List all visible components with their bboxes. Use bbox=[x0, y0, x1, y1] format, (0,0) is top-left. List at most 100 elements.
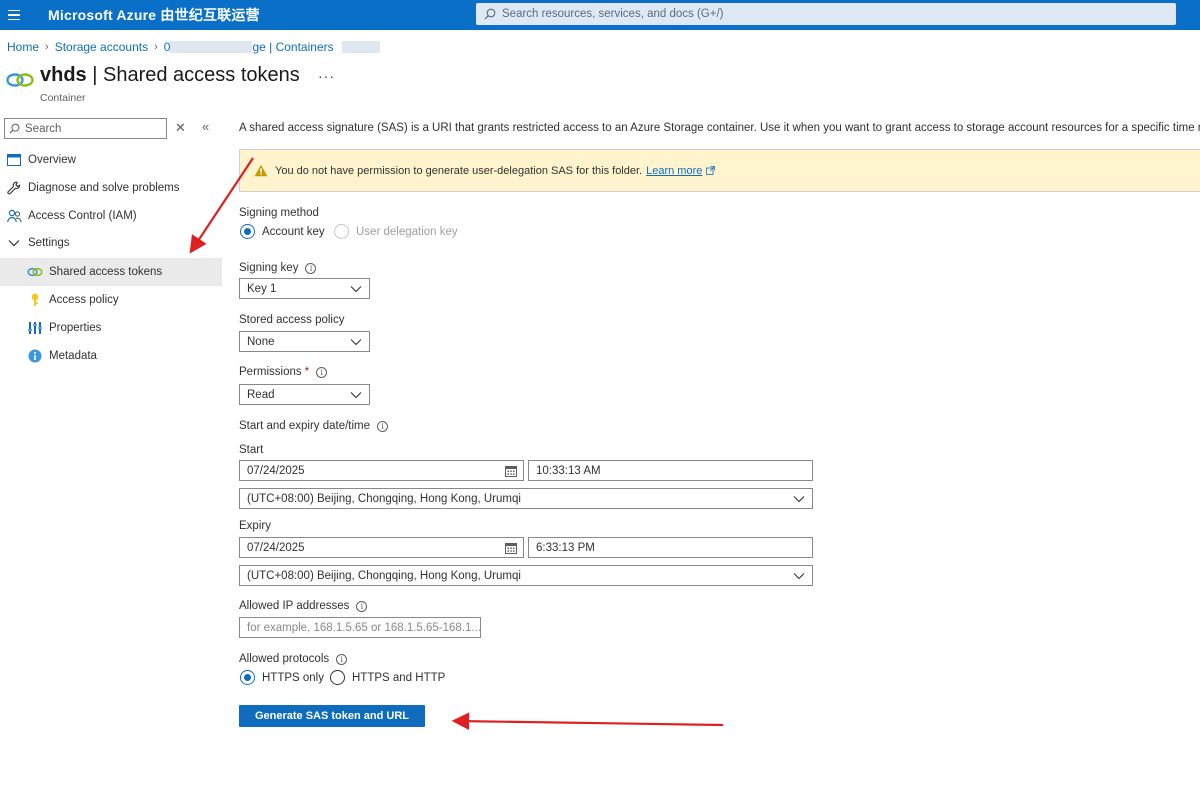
start-label: Start bbox=[239, 444, 264, 456]
external-link-icon[interactable] bbox=[706, 166, 716, 175]
chevron-down-icon bbox=[350, 392, 362, 399]
start-date-input[interactable]: 07/24/2025 bbox=[239, 460, 524, 481]
nav-item-settings[interactable]: Settings bbox=[0, 229, 222, 257]
stored-policy-label: Stored access policy bbox=[239, 314, 345, 326]
redacted-text bbox=[341, 41, 380, 53]
radio-user-delegation-key[interactable]: User delegation key bbox=[334, 224, 458, 239]
info-icon[interactable]: i bbox=[356, 600, 368, 612]
collapse-nav-icon[interactable]: « bbox=[202, 119, 209, 134]
hamburger-menu-icon[interactable] bbox=[4, 5, 24, 25]
nav-item-label: Access Control (IAM) bbox=[28, 210, 137, 222]
expiry-label: Expiry bbox=[239, 520, 271, 532]
breadcrumb-separator: › bbox=[154, 41, 158, 53]
start-date-value: 07/24/2025 bbox=[247, 464, 305, 477]
warning-text: You do not have permission to generate u… bbox=[275, 164, 643, 177]
nav-item-label: Settings bbox=[28, 237, 70, 249]
allowed-protocols-label-text: Allowed protocols bbox=[239, 653, 330, 665]
annotation-overlay bbox=[189, 157, 724, 730]
more-options-button[interactable]: ··· bbox=[318, 68, 335, 84]
key-icon bbox=[27, 292, 43, 308]
required-marker: * bbox=[304, 366, 310, 378]
annotation-arrow-button bbox=[451, 712, 724, 730]
permissions-select[interactable]: Read bbox=[239, 384, 370, 405]
breadcrumb-home[interactable]: Home bbox=[7, 40, 39, 54]
nav-item-shared-access-tokens[interactable]: Shared access tokens bbox=[0, 258, 222, 286]
wrench-icon bbox=[6, 180, 22, 196]
link-icon bbox=[27, 264, 43, 280]
nav-item-access-policy[interactable]: Access policy bbox=[0, 286, 222, 314]
container-link-icon bbox=[6, 72, 34, 91]
nav-item-iam[interactable]: Access Control (IAM) bbox=[0, 202, 222, 230]
page-title-resource: vhds bbox=[40, 64, 87, 86]
info-icon[interactable]: i bbox=[316, 366, 328, 378]
radio-label: HTTPS only bbox=[262, 671, 324, 684]
chevron-down-icon bbox=[350, 286, 362, 293]
breadcrumb: Home › Storage accounts › 0 ge | Contain… bbox=[7, 40, 380, 54]
radio-https-only[interactable]: HTTPS only bbox=[240, 670, 324, 685]
permissions-value: Read bbox=[247, 388, 275, 401]
expiry-timezone-select[interactable]: (UTC+08:00) Beijing, Chongqing, Hong Kon… bbox=[239, 565, 813, 586]
calendar-icon[interactable] bbox=[505, 542, 517, 554]
signing-key-label: Signing key i bbox=[239, 262, 317, 274]
warning-icon bbox=[254, 164, 268, 177]
chevron-down-icon bbox=[350, 339, 362, 346]
radio-circle bbox=[334, 224, 349, 239]
signing-method-label: Signing method bbox=[239, 207, 319, 219]
breadcrumb-storage-accounts[interactable]: Storage accounts bbox=[55, 40, 148, 54]
nav-item-metadata[interactable]: Metadata bbox=[0, 342, 222, 370]
breadcrumb-containers[interactable]: ge | Containers bbox=[252, 40, 333, 54]
radio-circle bbox=[240, 224, 255, 239]
global-search-input[interactable]: Search resources, services, and docs (G+… bbox=[476, 3, 1176, 25]
page-subtitle: Container bbox=[40, 92, 86, 104]
nav-item-label: Access policy bbox=[49, 294, 119, 306]
permission-warning-banner: You do not have permission to generate u… bbox=[239, 149, 1200, 192]
nav-search-input[interactable]: Search bbox=[4, 118, 167, 139]
nav-item-diagnose[interactable]: Diagnose and solve problems bbox=[0, 174, 222, 202]
radio-https-and-http[interactable]: HTTPS and HTTP bbox=[330, 670, 445, 685]
allowed-ip-label-text: Allowed IP addresses bbox=[239, 600, 350, 612]
clear-search-icon[interactable]: ✕ bbox=[175, 120, 186, 136]
breadcrumb-account[interactable]: 0 bbox=[164, 40, 171, 54]
global-search-placeholder: Search resources, services, and docs (G+… bbox=[502, 8, 724, 20]
chevron-down-icon bbox=[6, 235, 22, 251]
properties-icon bbox=[27, 320, 43, 336]
start-timezone-select[interactable]: (UTC+08:00) Beijing, Chongqing, Hong Kon… bbox=[239, 488, 813, 509]
breadcrumb-separator: › bbox=[45, 41, 49, 53]
brand-title[interactable]: Microsoft Azure 由世纪互联运营 bbox=[48, 5, 260, 25]
generate-sas-button[interactable]: Generate SAS token and URL bbox=[239, 705, 425, 727]
calendar-icon[interactable] bbox=[505, 465, 517, 477]
expiry-date-input[interactable]: 07/24/2025 bbox=[239, 537, 524, 558]
radio-label: User delegation key bbox=[356, 225, 458, 238]
page-title-blade: | Shared access tokens bbox=[86, 64, 300, 86]
radio-circle bbox=[240, 670, 255, 685]
stored-policy-select[interactable]: None bbox=[239, 331, 370, 352]
start-time-value: 10:33:13 AM bbox=[536, 464, 601, 477]
overview-icon bbox=[6, 152, 22, 168]
search-icon bbox=[484, 8, 496, 20]
page-title: vhds | Shared access tokens bbox=[40, 64, 300, 87]
allowed-ip-input[interactable]: for example, 168.1.5.65 or 168.1.5.65-16… bbox=[239, 617, 481, 638]
people-icon bbox=[6, 208, 22, 224]
radio-account-key[interactable]: Account key bbox=[240, 224, 325, 239]
nav-item-overview[interactable]: Overview bbox=[0, 146, 222, 174]
signing-key-select[interactable]: Key 1 bbox=[239, 278, 370, 299]
info-icon[interactable]: i bbox=[377, 420, 389, 432]
signing-key-value: Key 1 bbox=[247, 282, 277, 295]
learn-more-link[interactable]: Learn more bbox=[646, 165, 702, 177]
allowed-ip-placeholder: for example, 168.1.5.65 or 168.1.5.65-16… bbox=[247, 621, 481, 634]
chevron-down-icon bbox=[793, 573, 805, 580]
datetime-label-text: Start and expiry date/time bbox=[239, 420, 371, 432]
expiry-timezone-value: (UTC+08:00) Beijing, Chongqing, Hong Kon… bbox=[247, 569, 521, 582]
radio-label: HTTPS and HTTP bbox=[352, 671, 446, 684]
info-icon[interactable]: i bbox=[305, 262, 317, 274]
expiry-time-input[interactable]: 6:33:13 PM bbox=[528, 537, 813, 558]
top-bar: Microsoft Azure 由世纪互联运营 Search resources… bbox=[0, 0, 1200, 30]
radio-circle bbox=[330, 670, 345, 685]
allowed-ip-label: Allowed IP addresses i bbox=[239, 600, 368, 612]
start-time-input[interactable]: 10:33:13 AM bbox=[528, 460, 813, 481]
chevron-down-icon bbox=[793, 496, 805, 503]
nav-item-properties[interactable]: Properties bbox=[0, 314, 222, 342]
signing-key-label-text: Signing key bbox=[239, 262, 299, 274]
nav-item-label: Diagnose and solve problems bbox=[28, 182, 180, 194]
info-icon[interactable]: i bbox=[336, 653, 348, 665]
